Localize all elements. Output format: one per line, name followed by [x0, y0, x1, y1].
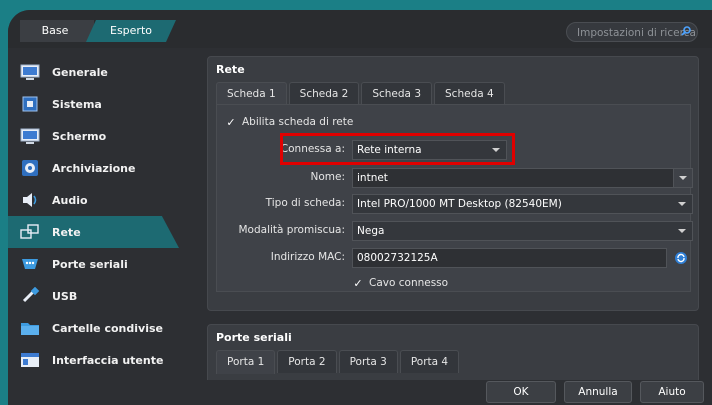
promiscuous-mode-select[interactable]: Nega	[352, 221, 693, 241]
mode-expert-button[interactable]: Esperto	[86, 20, 176, 42]
chevron-down-icon	[678, 202, 686, 206]
display-icon	[20, 128, 40, 144]
monitor-icon	[20, 64, 40, 80]
sidebar-item-rete[interactable]: Rete	[8, 216, 179, 248]
top-bar: Base Esperto Impostazioni di ricerca	[8, 10, 712, 48]
sidebar-item-label: Generale	[52, 65, 108, 79]
chip-icon	[22, 96, 38, 112]
chevron-down-icon	[678, 229, 686, 233]
sidebar-item-generale[interactable]: Generale	[8, 56, 208, 88]
help-button[interactable]: Aiuto	[640, 381, 704, 403]
tab-porta-2[interactable]: Porta 2	[277, 350, 337, 373]
tab-scheda-4[interactable]: Scheda 4	[434, 82, 505, 105]
serial-ports-panel-title: Porte seriali	[216, 331, 292, 344]
disk-icon	[22, 160, 38, 176]
adapter-type-label: Tipo di scheda:	[265, 197, 345, 209]
button-bar: OK Annulla Aiuto	[8, 380, 712, 405]
sidebar-item-label: USB	[52, 289, 78, 303]
network-panel-title: Rete	[216, 63, 245, 76]
sidebar-item-audio[interactable]: Audio	[8, 184, 208, 216]
cable-connected-label: Cavo connesso	[369, 277, 449, 289]
sidebar-item-label: Rete	[52, 225, 81, 239]
refresh-icon[interactable]	[674, 251, 688, 265]
tab-porta-4[interactable]: Porta 4	[399, 350, 460, 373]
serial-port-icon	[22, 259, 38, 269]
network-tabs: Scheda 1 Scheda 2 Scheda 3 Scheda 4	[216, 82, 507, 106]
tab-porta-1[interactable]: Porta 1	[216, 350, 276, 374]
mac-address-value: 08002732125A	[357, 252, 438, 264]
sidebar-item-label: Cartelle condivise	[52, 321, 163, 335]
tab-scheda-3[interactable]: Scheda 3	[361, 82, 433, 105]
name-value: intnet	[357, 172, 388, 184]
sidebar-item-label: Audio	[52, 193, 88, 207]
name-dropdown-button[interactable]	[673, 169, 692, 187]
tab-scheda-2[interactable]: Scheda 2	[288, 82, 360, 105]
sidebar-item-porte-seriali[interactable]: Porte seriali	[8, 248, 208, 280]
enable-adapter-checkbox[interactable]: ✓	[225, 117, 237, 129]
mode-base-button[interactable]: Base	[20, 20, 94, 42]
sidebar-item-label: Archiviazione	[52, 161, 136, 175]
name-combobox[interactable]: intnet	[352, 168, 693, 188]
sidebar-item-interfaccia-utente[interactable]: Interfaccia utente	[8, 344, 208, 376]
serial-ports-panel: Porte seriali Porta 1 Porta 2 Porta 3 Po…	[207, 324, 699, 386]
sidebar-item-label: Sistema	[52, 97, 102, 111]
sidebar-item-label: Interfaccia utente	[52, 353, 164, 367]
network-icon	[20, 224, 39, 239]
tab-porta-3[interactable]: Porta 3	[338, 350, 398, 373]
network-tab-body: ✓ Abilita scheda di rete Connessa a: Ret…	[216, 104, 693, 292]
speaker-icon	[23, 193, 37, 207]
adapter-type-value: Intel PRO/1000 MT Desktop (82540EM)	[357, 198, 562, 210]
promiscuous-mode-value: Nega	[357, 225, 385, 237]
chevron-down-icon	[679, 176, 687, 180]
sidebar-item-label: Schermo	[52, 129, 107, 143]
tab-scheda-1[interactable]: Scheda 1	[216, 82, 287, 106]
network-panel: Rete Scheda 1 Scheda 2 Scheda 3 Scheda 4…	[207, 56, 699, 311]
cancel-button[interactable]: Annulla	[564, 381, 632, 403]
sidebar-item-sistema[interactable]: Sistema	[8, 88, 208, 120]
search-input[interactable]: Impostazioni di ricerca	[566, 22, 698, 42]
folder-icon	[21, 323, 39, 335]
sidebar-item-schermo[interactable]: Schermo	[8, 120, 208, 152]
sidebar-item-usb[interactable]: USB	[8, 280, 208, 312]
mac-address-label: Indirizzo MAC:	[270, 251, 345, 263]
settings-window: Base Esperto Impostazioni di ricerca Gen…	[8, 10, 712, 405]
enable-adapter-label: Abilita scheda di rete	[242, 116, 354, 128]
usb-icon	[22, 287, 40, 303]
promiscuous-mode-label: Modalità promiscua:	[238, 224, 346, 236]
search-icon	[681, 26, 691, 36]
red-highlight-box	[280, 133, 515, 165]
adapter-type-select[interactable]: Intel PRO/1000 MT Desktop (82540EM)	[352, 194, 693, 214]
mode-switch: Base Esperto	[20, 20, 176, 42]
window-icon	[21, 353, 39, 367]
mac-address-input[interactable]: 08002732125A	[352, 248, 667, 268]
sidebar: Generale Sistema Schermo Archiviazione A…	[8, 56, 208, 376]
search-placeholder: Impostazioni di ricerca	[577, 27, 696, 39]
serial-tabs: Porta 1 Porta 2 Porta 3 Porta 4	[216, 350, 461, 374]
cable-connected-checkbox[interactable]: ✓	[352, 278, 364, 290]
sidebar-item-label: Porte seriali	[52, 257, 128, 271]
name-label: Nome:	[310, 171, 345, 183]
ok-button[interactable]: OK	[486, 381, 556, 403]
sidebar-item-cartelle-condivise[interactable]: Cartelle condivise	[8, 312, 208, 344]
sidebar-item-archiviazione[interactable]: Archiviazione	[8, 152, 208, 184]
